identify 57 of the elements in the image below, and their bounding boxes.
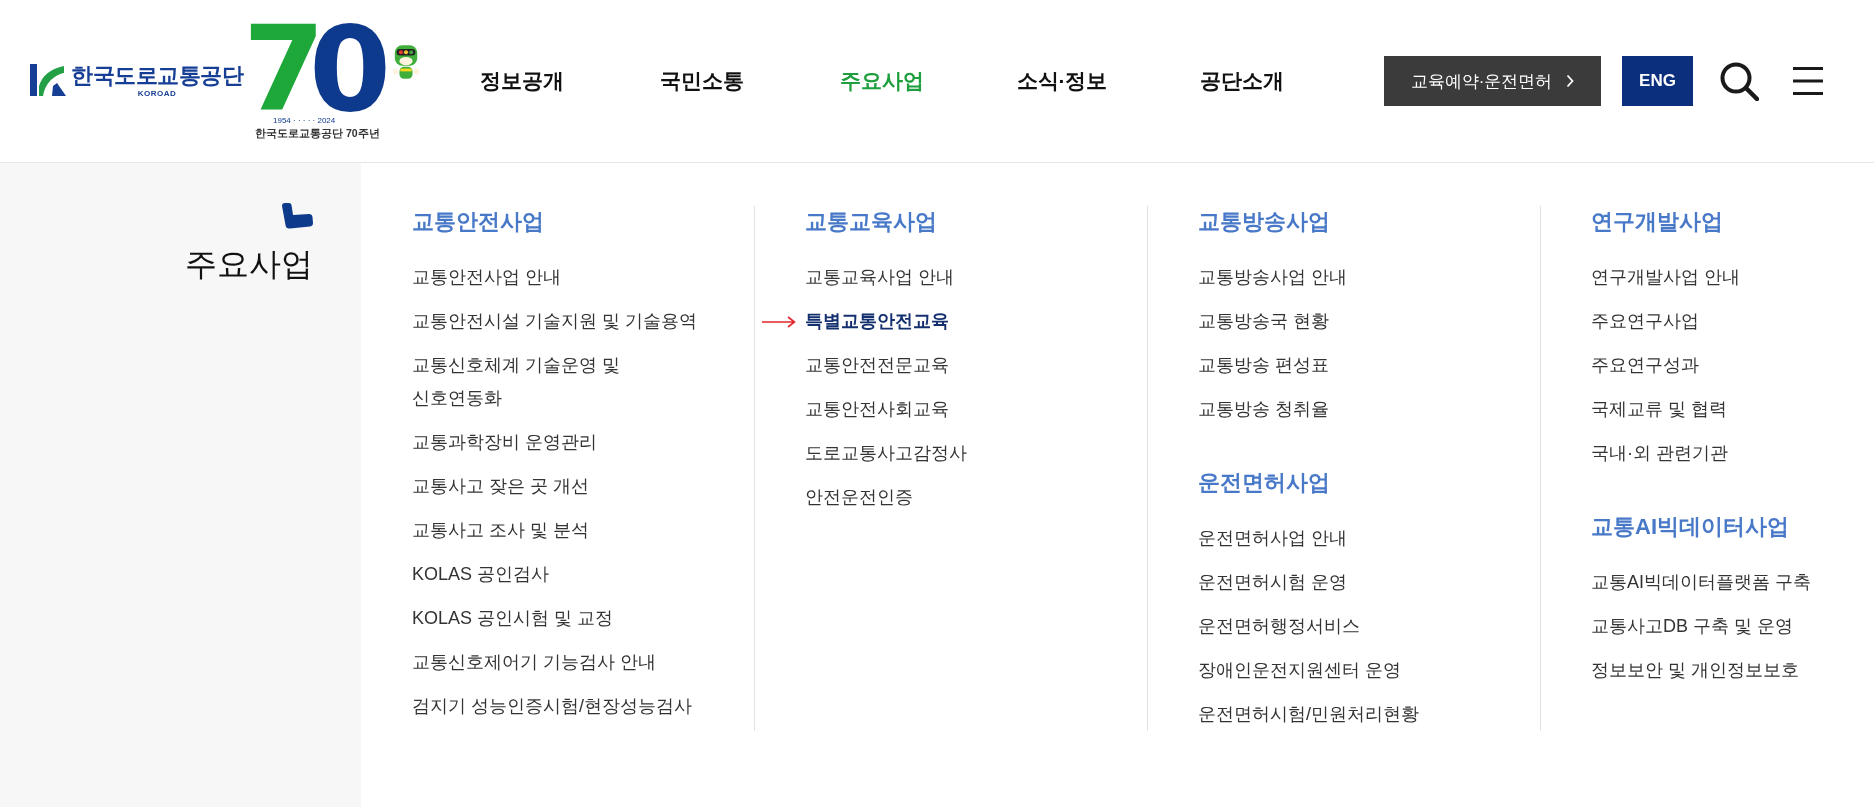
- menu-link[interactable]: 교통방송 청취율: [1198, 393, 1329, 426]
- menu-link[interactable]: 교통안전사업 안내: [412, 261, 561, 294]
- menu-link[interactable]: 국내·외 관련기관: [1591, 437, 1728, 470]
- menu-link[interactable]: 주요연구사업: [1591, 305, 1699, 338]
- sidebar-title: 주요사업: [185, 245, 313, 284]
- nav-tab[interactable]: 국민소통: [660, 66, 744, 96]
- menu-link[interactable]: 교통안전사회교육: [805, 393, 949, 426]
- menu-link[interactable]: 교통사고DB 구축 및 운영: [1591, 610, 1793, 643]
- menu-link[interactable]: 연구개발사업 안내: [1591, 261, 1740, 294]
- menu-link[interactable]: KOLAS 공인검사: [412, 558, 550, 591]
- menu-link[interactable]: 검지기 성능인증시험/현장성능검사: [412, 690, 692, 723]
- k-logo-icon: [30, 64, 66, 96]
- menu-link[interactable]: 운전면허행정서비스: [1198, 610, 1360, 643]
- corner-mark-icon: [281, 203, 313, 229]
- menu-link[interactable]: 운전면허사업 안내: [1198, 522, 1347, 555]
- menu-link[interactable]: 도로교통사고감정사: [805, 437, 967, 470]
- menu-icon[interactable]: [1793, 67, 1823, 95]
- nav-tab[interactable]: 소식·정보: [1016, 66, 1108, 96]
- menu-link[interactable]: 국제교류 및 협력: [1591, 393, 1727, 426]
- search-icon[interactable]: [1719, 61, 1759, 101]
- section-heading[interactable]: 교통교육사업: [805, 207, 1147, 237]
- brand-roman-name: KOROAD: [137, 89, 177, 98]
- nav-tab[interactable]: 정보공개: [480, 66, 564, 96]
- chevron-icon: [1566, 74, 1575, 88]
- section-heading[interactable]: 교통안전사업: [412, 207, 754, 237]
- menu-link[interactable]: 교통신호체계 기술운영 및 신호연동화: [412, 349, 620, 415]
- section-heading[interactable]: 연구개발사업: [1591, 207, 1874, 237]
- section-heading[interactable]: 운전면허사업: [1198, 468, 1540, 498]
- menu-link[interactable]: 교통AI빅데이터플랫폼 구축: [1591, 566, 1811, 599]
- mascot-drawing: [392, 44, 421, 82]
- menu-link[interactable]: 교통과학장비 운영관리: [412, 426, 597, 459]
- section-heading[interactable]: 교통방송사업: [1198, 207, 1540, 237]
- menu-link[interactable]: 교통신호제어기 기능검사 안내: [412, 646, 656, 679]
- menu-link[interactable]: 교통사고 조사 및 분석: [412, 514, 589, 547]
- menu-link[interactable]: 운전면허시험 운영: [1198, 566, 1347, 599]
- anniversary-number: 70: [243, 22, 392, 116]
- menu-link[interactable]: 교통안전전문교육: [805, 349, 949, 382]
- brand-name: 한국도로교통공단: [71, 63, 243, 89]
- menu-link[interactable]: 교통안전시설 기술지원 및 기술용역: [412, 305, 697, 338]
- menu-link[interactable]: 교통방송국 현황: [1198, 305, 1329, 338]
- nav-tab[interactable]: 공단소개: [1200, 66, 1284, 96]
- menu-link[interactable]: 교통사고 잦은 곳 개선: [412, 470, 589, 503]
- menu-link[interactable]: 운전면허시험/민원처리현황: [1198, 698, 1419, 731]
- anniversary-caption: 한국도로교통공단 70주년: [255, 126, 380, 140]
- anniversary-years: 1954 · · · · · 2024: [273, 116, 336, 126]
- section-heading[interactable]: 교통AI빅데이터사업: [1591, 512, 1874, 542]
- menu-link[interactable]: 정보보안 및 개인정보보호: [1591, 654, 1799, 687]
- reservation-button[interactable]: 교육예약·운전면허: [1384, 56, 1601, 106]
- menu-link[interactable]: 교통방송사업 안내: [1198, 261, 1347, 294]
- menu-link[interactable]: 주요연구성과: [1591, 349, 1699, 382]
- menu-link[interactable]: KOLAS 공인시험 및 교정: [412, 602, 614, 635]
- menu-link[interactable]: 장애인운전지원센터 운영: [1198, 654, 1401, 687]
- menu-link[interactable]: 특별교통안전교육: [805, 305, 949, 338]
- menu-link[interactable]: 안전운전인증: [805, 481, 913, 514]
- menu-link[interactable]: 교통교육사업 안내: [805, 261, 954, 294]
- language-button[interactable]: ENG: [1622, 56, 1693, 106]
- menu-link[interactable]: 교통방송 편성표: [1198, 349, 1329, 382]
